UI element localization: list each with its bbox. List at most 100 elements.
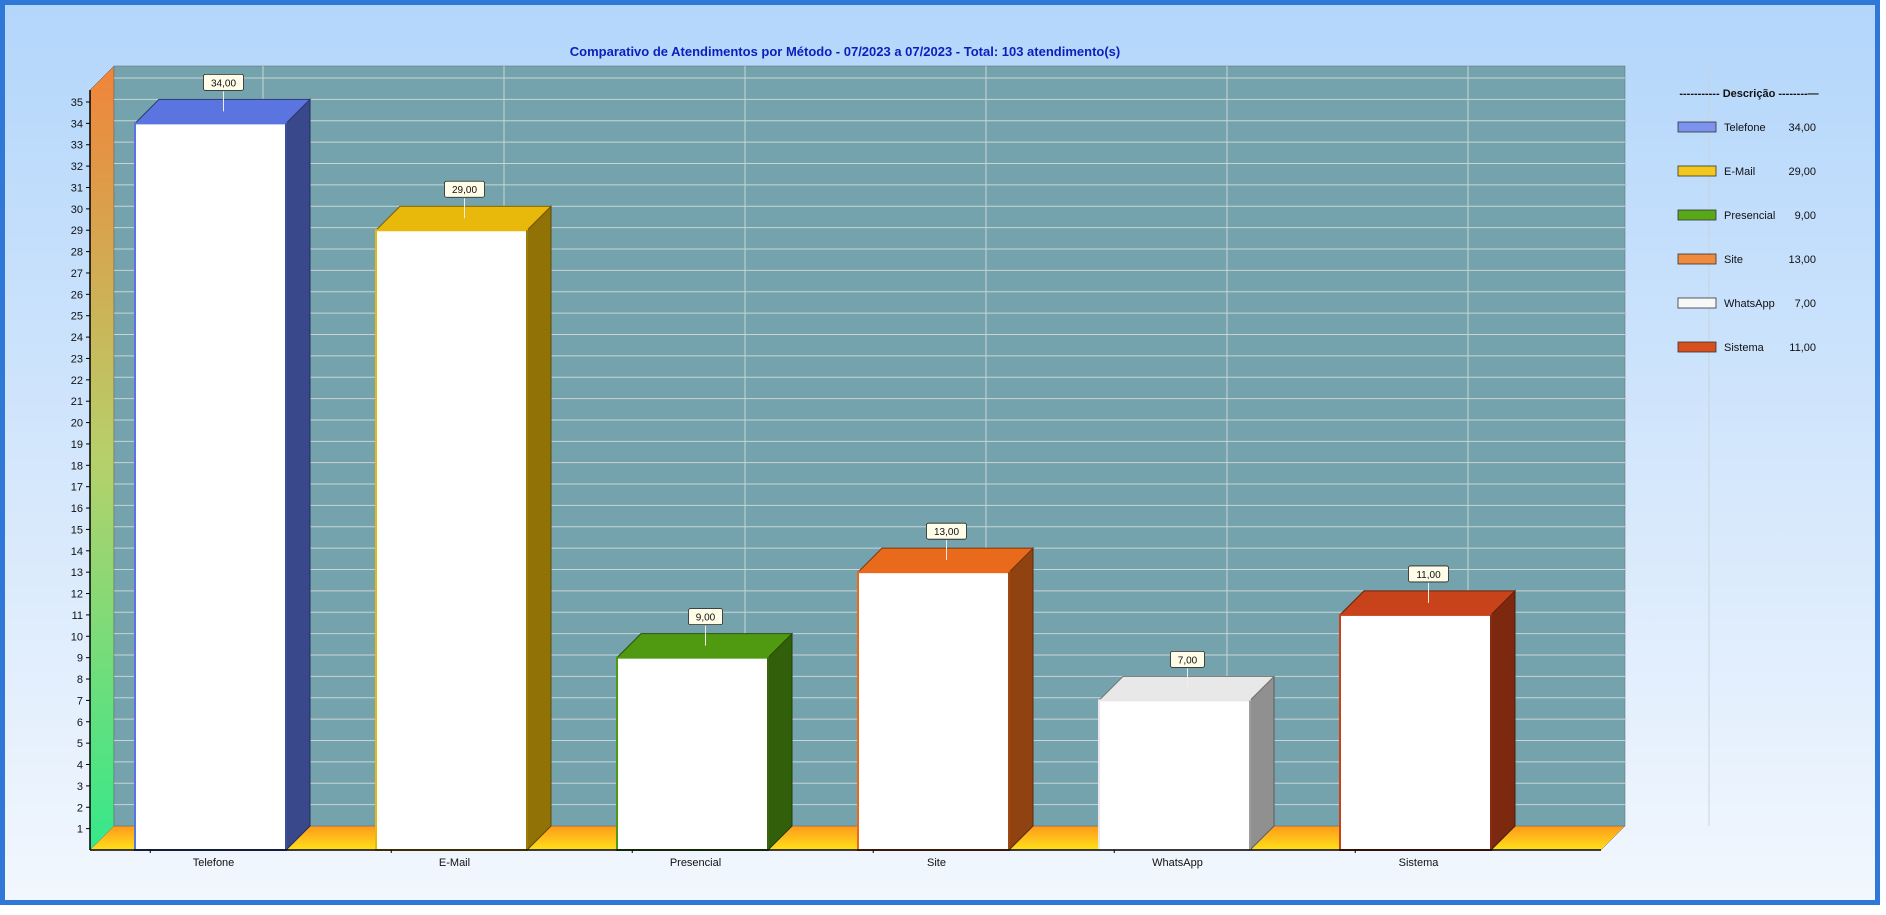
bar-side [285, 98, 311, 852]
legend-name: Site [1724, 254, 1743, 266]
legend: ----------- Descrição --------— Telefone… [1677, 88, 1819, 354]
y-tick-label: 27 [71, 268, 83, 280]
bar-top [1338, 590, 1517, 616]
y-tick-label: 7 [77, 695, 83, 707]
y-tick-label: 31 [71, 182, 83, 194]
y-tick-label: 16 [71, 503, 83, 515]
bar-side [526, 205, 552, 852]
bar-front [616, 656, 769, 852]
bar-whatsapp: 7,00 [1097, 651, 1276, 852]
legend-value: 29,00 [1788, 166, 1816, 178]
legend-value: 34,00 [1788, 122, 1816, 134]
y-tick-label: 26 [71, 289, 83, 301]
y-tick-label: 8 [77, 674, 83, 686]
legend-item-e-mail: E-Mail 29,00 [1677, 165, 1816, 178]
y-tick-label: 2 [77, 802, 83, 814]
legend-value: 11,00 [1789, 342, 1816, 354]
bar-front [134, 122, 287, 852]
y-tick-label: 33 [71, 140, 83, 152]
bar-side [767, 632, 793, 852]
value-label: 9,00 [696, 613, 716, 624]
y-tick-label: 15 [71, 524, 83, 536]
y-tick-label: 13 [71, 567, 83, 579]
bar-top [374, 205, 553, 231]
legend-name: WhatsApp [1724, 298, 1775, 310]
bar-telefone: 34,00 [133, 73, 312, 852]
legend-item-whatsapp: WhatsApp 7,00 [1677, 297, 1816, 310]
legend-value: 13,00 [1788, 254, 1816, 266]
value-label: 29,00 [452, 185, 477, 196]
y-tick-label: 29 [71, 225, 83, 237]
legend-name: Presencial [1724, 210, 1775, 222]
side-wall [89, 65, 115, 851]
bar-top [133, 98, 312, 124]
legend-swatch [1677, 209, 1717, 221]
y-tick-label: 24 [71, 332, 83, 344]
bar-top [615, 633, 794, 659]
bar-sistema: 11,00 [1338, 565, 1517, 852]
value-label: 7,00 [1178, 655, 1198, 666]
y-tick-label: 3 [77, 781, 83, 793]
legend-swatch [1677, 253, 1717, 265]
bar-e-mail: 29,00 [374, 180, 553, 852]
y-tick-label: 34 [71, 118, 83, 130]
bar-top [856, 547, 1035, 573]
bar-presencial: 9,00 [615, 608, 794, 852]
x-tick-label: WhatsApp [1152, 857, 1203, 869]
bar-side [1490, 589, 1516, 852]
x-tick-label: Presencial [670, 857, 721, 869]
legend-value: 9,00 [1795, 210, 1816, 222]
y-tick-label: 30 [71, 204, 83, 216]
y-tick-label: 10 [71, 631, 83, 643]
legend-item-presencial: Presencial 9,00 [1677, 209, 1816, 222]
chart-title: Comparativo de Atendimentos por Método -… [570, 44, 1120, 59]
legend-swatch [1677, 341, 1717, 353]
bar-side [1249, 675, 1275, 852]
legend-swatch [1677, 165, 1717, 177]
y-tick-label: 14 [71, 546, 83, 558]
legend-item-telefone: Telefone 34,00 [1677, 121, 1816, 134]
legend-name: E-Mail [1724, 166, 1755, 178]
bar-front [375, 229, 528, 851]
value-label: 34,00 [211, 78, 236, 89]
y-tick-label: 28 [71, 247, 83, 259]
legend-name: Telefone [1724, 122, 1766, 134]
y-tick-label: 19 [71, 439, 83, 451]
bar-front [857, 571, 1010, 852]
y-tick-label: 6 [77, 717, 83, 729]
y-tick-label: 25 [71, 311, 83, 323]
x-tick-label: Sistema [1399, 857, 1440, 869]
legend-item-sistema: Sistema 11,00 [1677, 341, 1816, 354]
legend-swatch [1677, 121, 1717, 133]
y-tick-label: 1 [77, 824, 83, 836]
y-tick-label: 22 [71, 375, 83, 387]
bar-site: 13,00 [856, 522, 1035, 852]
value-label: 11,00 [1416, 570, 1441, 581]
y-tick-label: 5 [77, 738, 83, 750]
bar-side [1008, 546, 1034, 852]
bar-top [1097, 675, 1276, 701]
chart-svg: Comparativo de Atendimentos por Método -… [71, 44, 1819, 869]
y-tick-label: 12 [71, 589, 83, 601]
legend-title: ----------- Descrição --------— [1679, 88, 1818, 100]
y-tick-label: 23 [71, 353, 83, 365]
y-tick-label: 32 [71, 161, 83, 173]
legend-value: 7,00 [1795, 298, 1816, 310]
y-tick-label: 4 [77, 760, 83, 772]
y-tick-label: 9 [77, 653, 83, 665]
x-axis: Telefone E-Mail Presencial Site WhatsApp Sist… [90, 849, 1601, 869]
y-tick-label: 18 [71, 460, 83, 472]
bar-front [1098, 699, 1251, 852]
x-tick-label: Telefone [193, 857, 235, 869]
x-tick-label: E-Mail [439, 857, 470, 869]
y-tick-label: 17 [71, 482, 83, 494]
y-tick-label: 35 [71, 97, 83, 109]
value-label: 13,00 [934, 527, 959, 538]
y-tick-label: 21 [71, 396, 83, 408]
y-tick-label: 11 [72, 610, 83, 622]
y-axis: 1234567891011121314151617181920212223242… [71, 90, 91, 850]
x-tick-label: Site [927, 857, 946, 869]
legend-item-site: Site 13,00 [1677, 253, 1816, 266]
bar-front [1339, 613, 1492, 852]
y-tick-label: 20 [71, 418, 83, 430]
